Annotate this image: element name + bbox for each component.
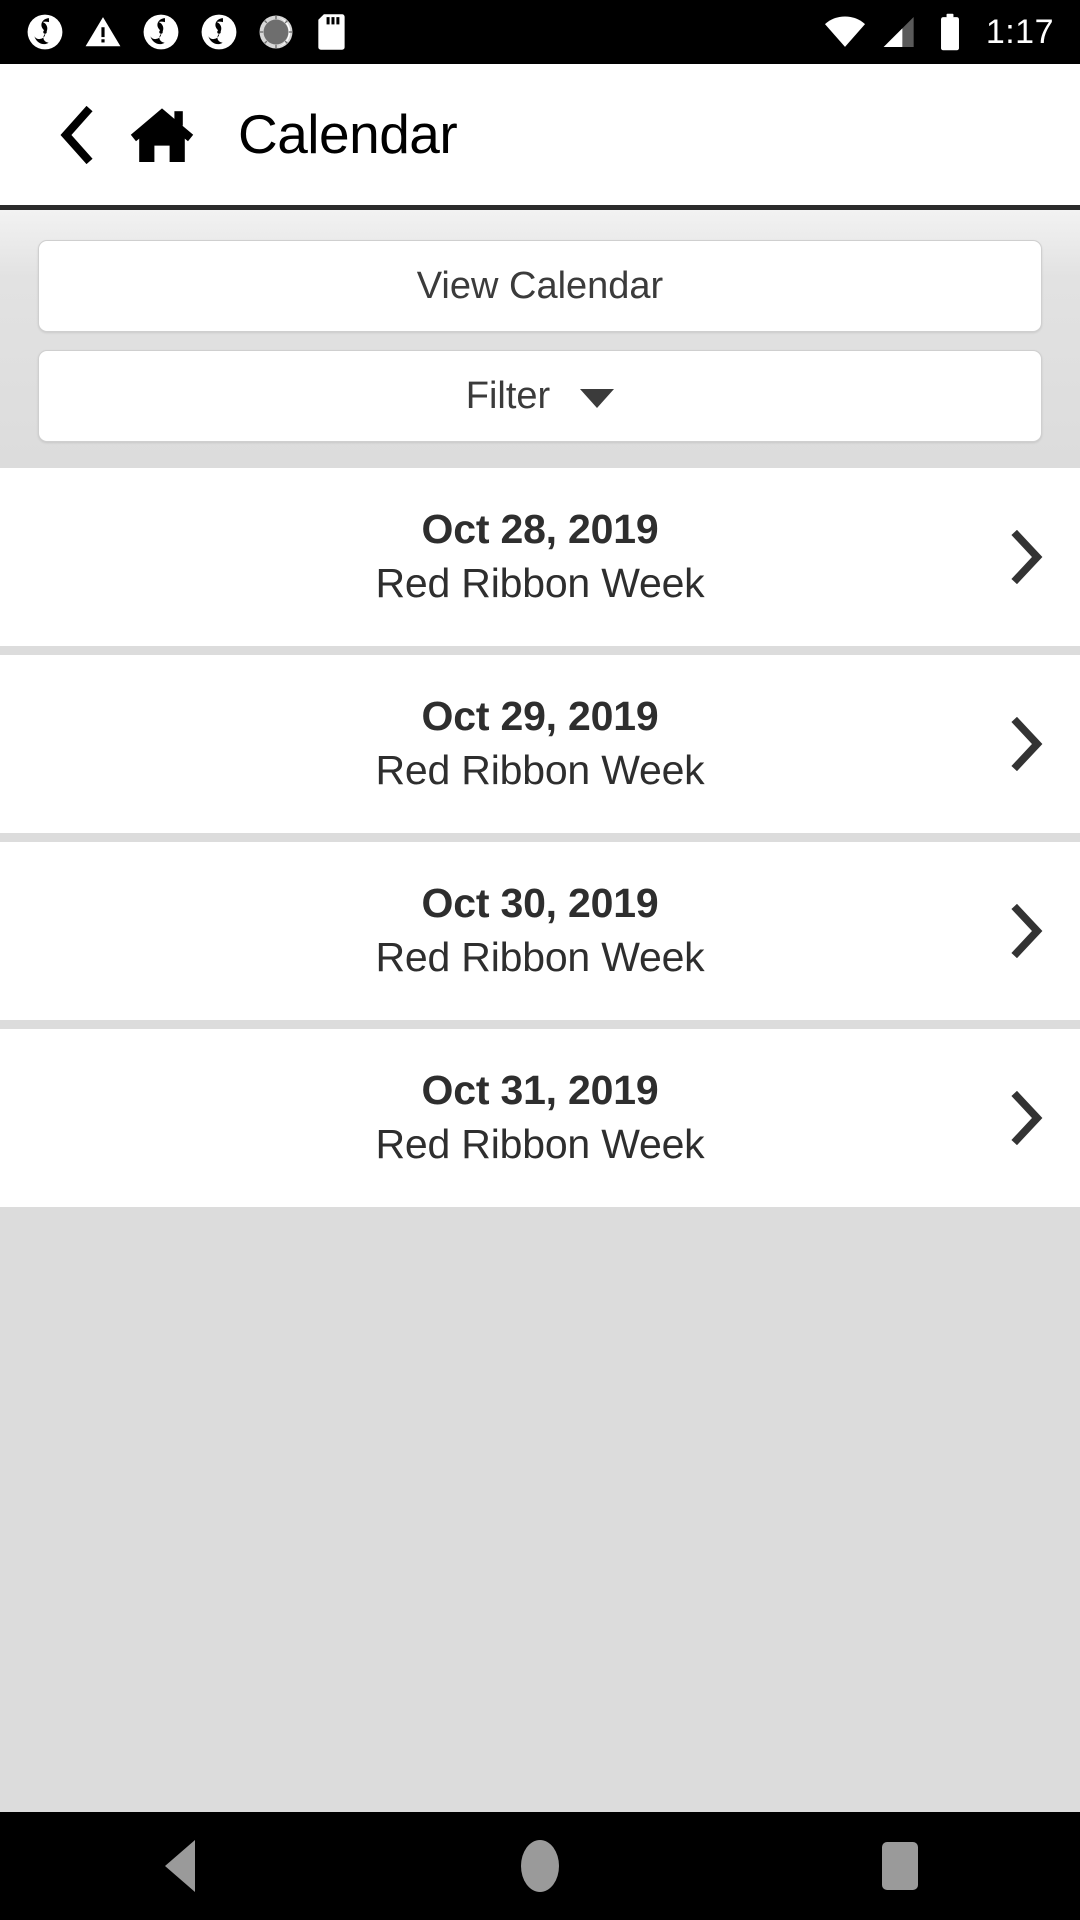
event-title: Red Ribbon Week	[375, 1121, 705, 1167]
app-bar: Calendar	[0, 64, 1080, 210]
chevron-right-icon	[1011, 1091, 1043, 1145]
wifi-icon	[824, 16, 865, 47]
list-item[interactable]: Oct 31, 2019 Red Ribbon Week	[0, 1029, 1080, 1207]
caret-down-icon	[580, 389, 615, 408]
chevron-right-icon	[1011, 530, 1043, 584]
chevron-right-icon	[1011, 904, 1043, 958]
status-bar-right-icons: 1:17	[824, 13, 1054, 52]
chevron-right-icon	[1011, 717, 1043, 771]
android-home-icon	[521, 1840, 559, 1892]
status-bar-left-icons	[26, 13, 348, 51]
event-date: Oct 31, 2019	[421, 1067, 659, 1114]
android-back-button[interactable]	[0, 1840, 360, 1892]
event-title: Red Ribbon Week	[375, 934, 705, 980]
sync-icon	[201, 14, 237, 50]
sync-icon	[27, 14, 63, 50]
home-icon	[130, 107, 194, 162]
cellular-signal-icon	[883, 17, 914, 47]
warning-triangle-icon	[85, 17, 121, 47]
phone-screen: 1:17 Calendar View Calendar Filter Oct 2…	[0, 0, 1080, 1920]
filter-dropdown-button[interactable]: Filter	[38, 350, 1042, 442]
event-date: Oct 30, 2019	[421, 880, 659, 927]
event-open-button[interactable]	[1006, 904, 1048, 958]
sd-card-icon	[318, 14, 345, 50]
event-open-button[interactable]	[1006, 717, 1048, 771]
status-bar-clock: 1:17	[985, 12, 1054, 51]
list-item[interactable]: Oct 29, 2019 Red Ribbon Week	[0, 655, 1080, 833]
event-list: Oct 28, 2019 Red Ribbon Week Oct 29, 201…	[0, 468, 1080, 1207]
calendar-controls: View Calendar Filter	[0, 210, 1080, 468]
filter-label: Filter	[465, 374, 551, 417]
list-item[interactable]: Oct 28, 2019 Red Ribbon Week	[0, 468, 1080, 646]
battery-icon	[940, 13, 959, 51]
page-title: Calendar	[238, 103, 458, 165]
event-date: Oct 28, 2019	[421, 506, 659, 553]
home-button[interactable]	[128, 104, 196, 166]
event-title: Red Ribbon Week	[375, 747, 705, 793]
app-body: Calendar View Calendar Filter Oct 28, 20…	[0, 64, 1080, 1812]
clock-dial-icon	[259, 15, 293, 49]
back-button[interactable]	[52, 105, 100, 164]
event-title: Red Ribbon Week	[375, 560, 705, 606]
android-home-button[interactable]	[360, 1840, 720, 1892]
event-date: Oct 29, 2019	[421, 693, 659, 740]
empty-list-area	[0, 1207, 1080, 1812]
android-recents-icon	[882, 1842, 918, 1890]
android-back-icon	[165, 1840, 195, 1892]
android-recents-button[interactable]	[720, 1842, 1080, 1890]
sync-icon	[143, 14, 179, 50]
event-open-button[interactable]	[1006, 1091, 1048, 1145]
view-calendar-label: View Calendar	[416, 264, 664, 307]
status-bar: 1:17	[0, 0, 1080, 64]
android-navigation-bar	[0, 1812, 1080, 1920]
list-item[interactable]: Oct 30, 2019 Red Ribbon Week	[0, 842, 1080, 1020]
event-open-button[interactable]	[1006, 530, 1048, 584]
view-calendar-button[interactable]: View Calendar	[38, 240, 1042, 332]
chevron-left-icon	[60, 105, 93, 164]
